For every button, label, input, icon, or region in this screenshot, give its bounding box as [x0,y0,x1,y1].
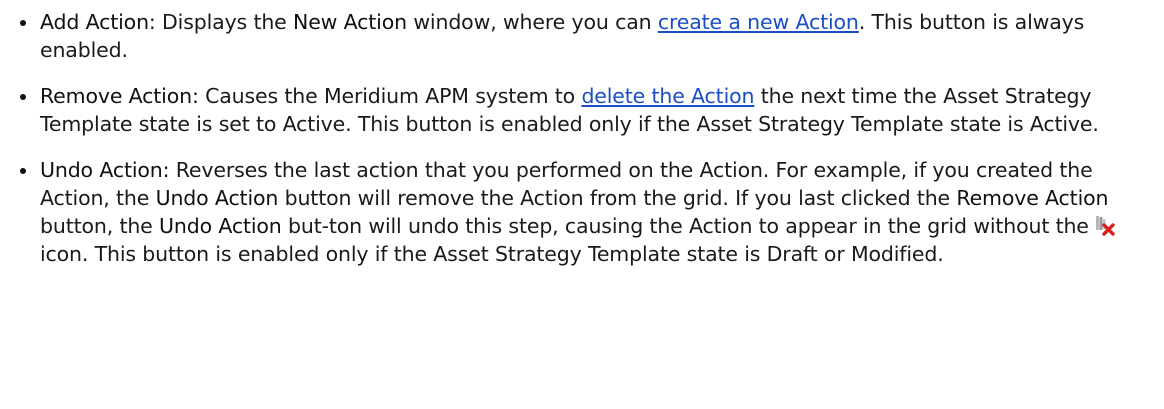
remove-action-icon [1093,214,1115,236]
bullet-icon [20,20,26,26]
create-new-action-link[interactable]: create a new Action [658,10,859,34]
bullet-icon [20,94,26,100]
remove-action-button-name: Remove Action [956,186,1109,210]
description-text: button will remove the Action from the g… [278,186,957,210]
list-item-remove-action: Remove Action: Causes the Meridium APM s… [12,82,1144,138]
button-description-list: Add Action: Displays the New Action wind… [12,8,1144,268]
term-remove-action: Remove Action: [40,84,199,108]
undo-action-button-name: Undo Action [159,214,282,238]
bullet-icon [20,168,26,174]
help-document: Add Action: Displays the New Action wind… [0,0,1164,409]
description-text: icon. This button is enabled only if the… [40,242,944,266]
description-text: button, the [40,214,160,238]
delete-action-link[interactable]: delete the Action [581,84,754,108]
description-text: Displays the [155,10,294,34]
undo-action-button-name: Undo Action [155,186,279,210]
term-undo-action: Undo Action: [40,158,170,182]
term-add-action: Add Action: [40,10,156,34]
new-action-window-name: New Action [293,10,407,34]
description-text: but-ton will undo this step, causing the… [281,214,1089,238]
description-text: Causes the Meridium APM system to [198,84,582,108]
list-item-undo-action: Undo Action: Reverses the last action th… [12,156,1144,268]
description-text: window, where you can [406,10,658,34]
list-item-add-action: Add Action: Displays the New Action wind… [12,8,1144,64]
